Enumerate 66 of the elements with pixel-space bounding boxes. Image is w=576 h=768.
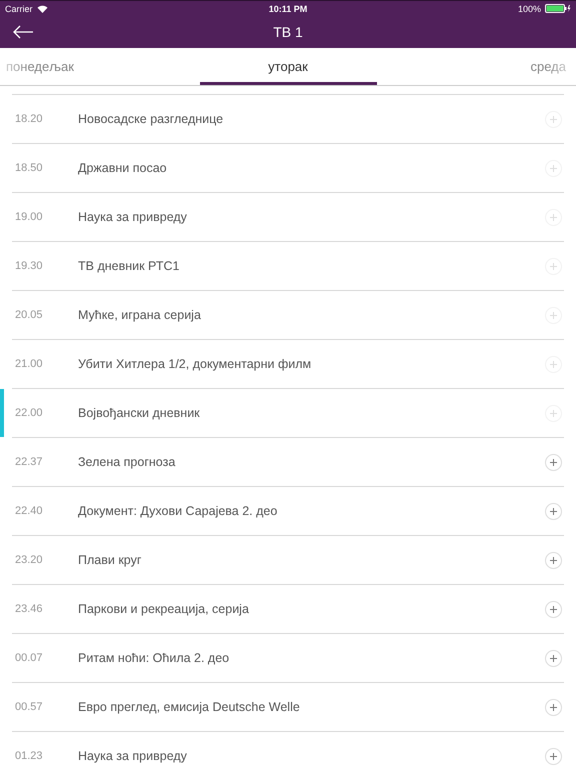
add-button[interactable] xyxy=(545,454,562,470)
time-label: 22.40 xyxy=(14,505,44,517)
plus-icon xyxy=(550,556,557,564)
back-button[interactable] xyxy=(12,24,34,40)
schedule-row[interactable]: 00.07 Ритам ноћи: Оћила 2. део xyxy=(12,633,564,682)
plus-icon xyxy=(550,458,557,466)
add-button[interactable] xyxy=(545,698,562,716)
plus-icon xyxy=(550,214,557,220)
program-title: Наука за привреду xyxy=(78,210,188,224)
clock-label: 10:11 PM xyxy=(268,4,308,14)
program-title: Зелена прогноза xyxy=(78,455,176,469)
plus-icon xyxy=(550,508,557,514)
carrier-label: Carrier xyxy=(5,4,33,14)
plus-icon xyxy=(550,410,557,416)
program-title: Убити Хитлера 1/2, документарни филм xyxy=(78,357,312,371)
add-button[interactable] xyxy=(545,600,562,618)
day-tab[interactable]: уторак xyxy=(200,50,376,85)
plus-icon xyxy=(550,752,557,760)
program-title: Новосадске разгледнице xyxy=(78,112,224,126)
plus-icon xyxy=(550,312,557,318)
time-label: 22.00 xyxy=(14,407,44,419)
program-title: Државни посао xyxy=(78,161,168,175)
time-label: 19.30 xyxy=(14,260,44,272)
add-button[interactable] xyxy=(545,502,562,520)
program-title: Мућке, играна серија xyxy=(78,308,202,322)
time-label: 18.50 xyxy=(14,162,44,174)
plus-icon xyxy=(550,704,557,710)
schedule-row[interactable]: 22.40 Документ: Духови Сарајева 2. део xyxy=(12,486,564,535)
plus-icon xyxy=(550,606,557,612)
schedule-row[interactable]: 00.57 Евро преглед, емисија Deutsche Welle xyxy=(12,682,564,731)
time-label: 00.57 xyxy=(14,701,44,713)
program-title: Плави круг xyxy=(78,553,142,567)
program-title: Наука за привреду xyxy=(78,749,188,763)
add-button[interactable] xyxy=(545,650,562,666)
plus-icon xyxy=(550,262,557,270)
schedule-row[interactable]: 23.20 Плави круг xyxy=(12,535,564,584)
time-label: 20.05 xyxy=(14,309,44,321)
time-label: 23.20 xyxy=(14,554,44,566)
time-label: 18.20 xyxy=(14,113,44,125)
battery-label: 100% xyxy=(518,4,541,14)
time-label: 19.00 xyxy=(14,211,44,223)
time-label: 00.07 xyxy=(14,652,44,664)
program-title: ТВ дневник РТС1 xyxy=(78,259,180,273)
program-title: Војвођански дневник xyxy=(78,406,201,420)
channel-title: ТВ 1 xyxy=(273,24,303,40)
wifi-icon xyxy=(36,4,48,12)
program-title: Паркови и рекреација, серија xyxy=(78,602,250,616)
time-label: 23.46 xyxy=(14,603,44,615)
time-label: 21.00 xyxy=(14,358,44,370)
add-button[interactable] xyxy=(545,552,562,568)
add-button[interactable] xyxy=(545,748,562,764)
plus-icon xyxy=(550,654,557,662)
plus-icon xyxy=(550,116,557,122)
battery-icon xyxy=(545,4,571,13)
program-title: Документ: Духови Сарајева 2. део xyxy=(78,504,278,518)
plus-icon xyxy=(550,164,557,172)
plus-icon xyxy=(550,360,557,368)
back-arrow-icon xyxy=(12,25,34,39)
time-label: 01.23 xyxy=(14,750,44,762)
schedule-row[interactable]: 01.23 Наука за привреду xyxy=(12,731,564,768)
day-tab[interactable]: понедељак xyxy=(0,50,200,85)
schedule-row[interactable]: 23.46 Паркови и рекреација, серија xyxy=(12,584,564,633)
schedule-row[interactable]: 22.37 Зелена прогноза xyxy=(12,437,564,486)
program-title: Евро преглед, емисија Deutsche Welle xyxy=(78,700,301,714)
program-title: Ритам ноћи: Оћила 2. део xyxy=(78,651,230,665)
time-label: 22.37 xyxy=(14,456,44,468)
